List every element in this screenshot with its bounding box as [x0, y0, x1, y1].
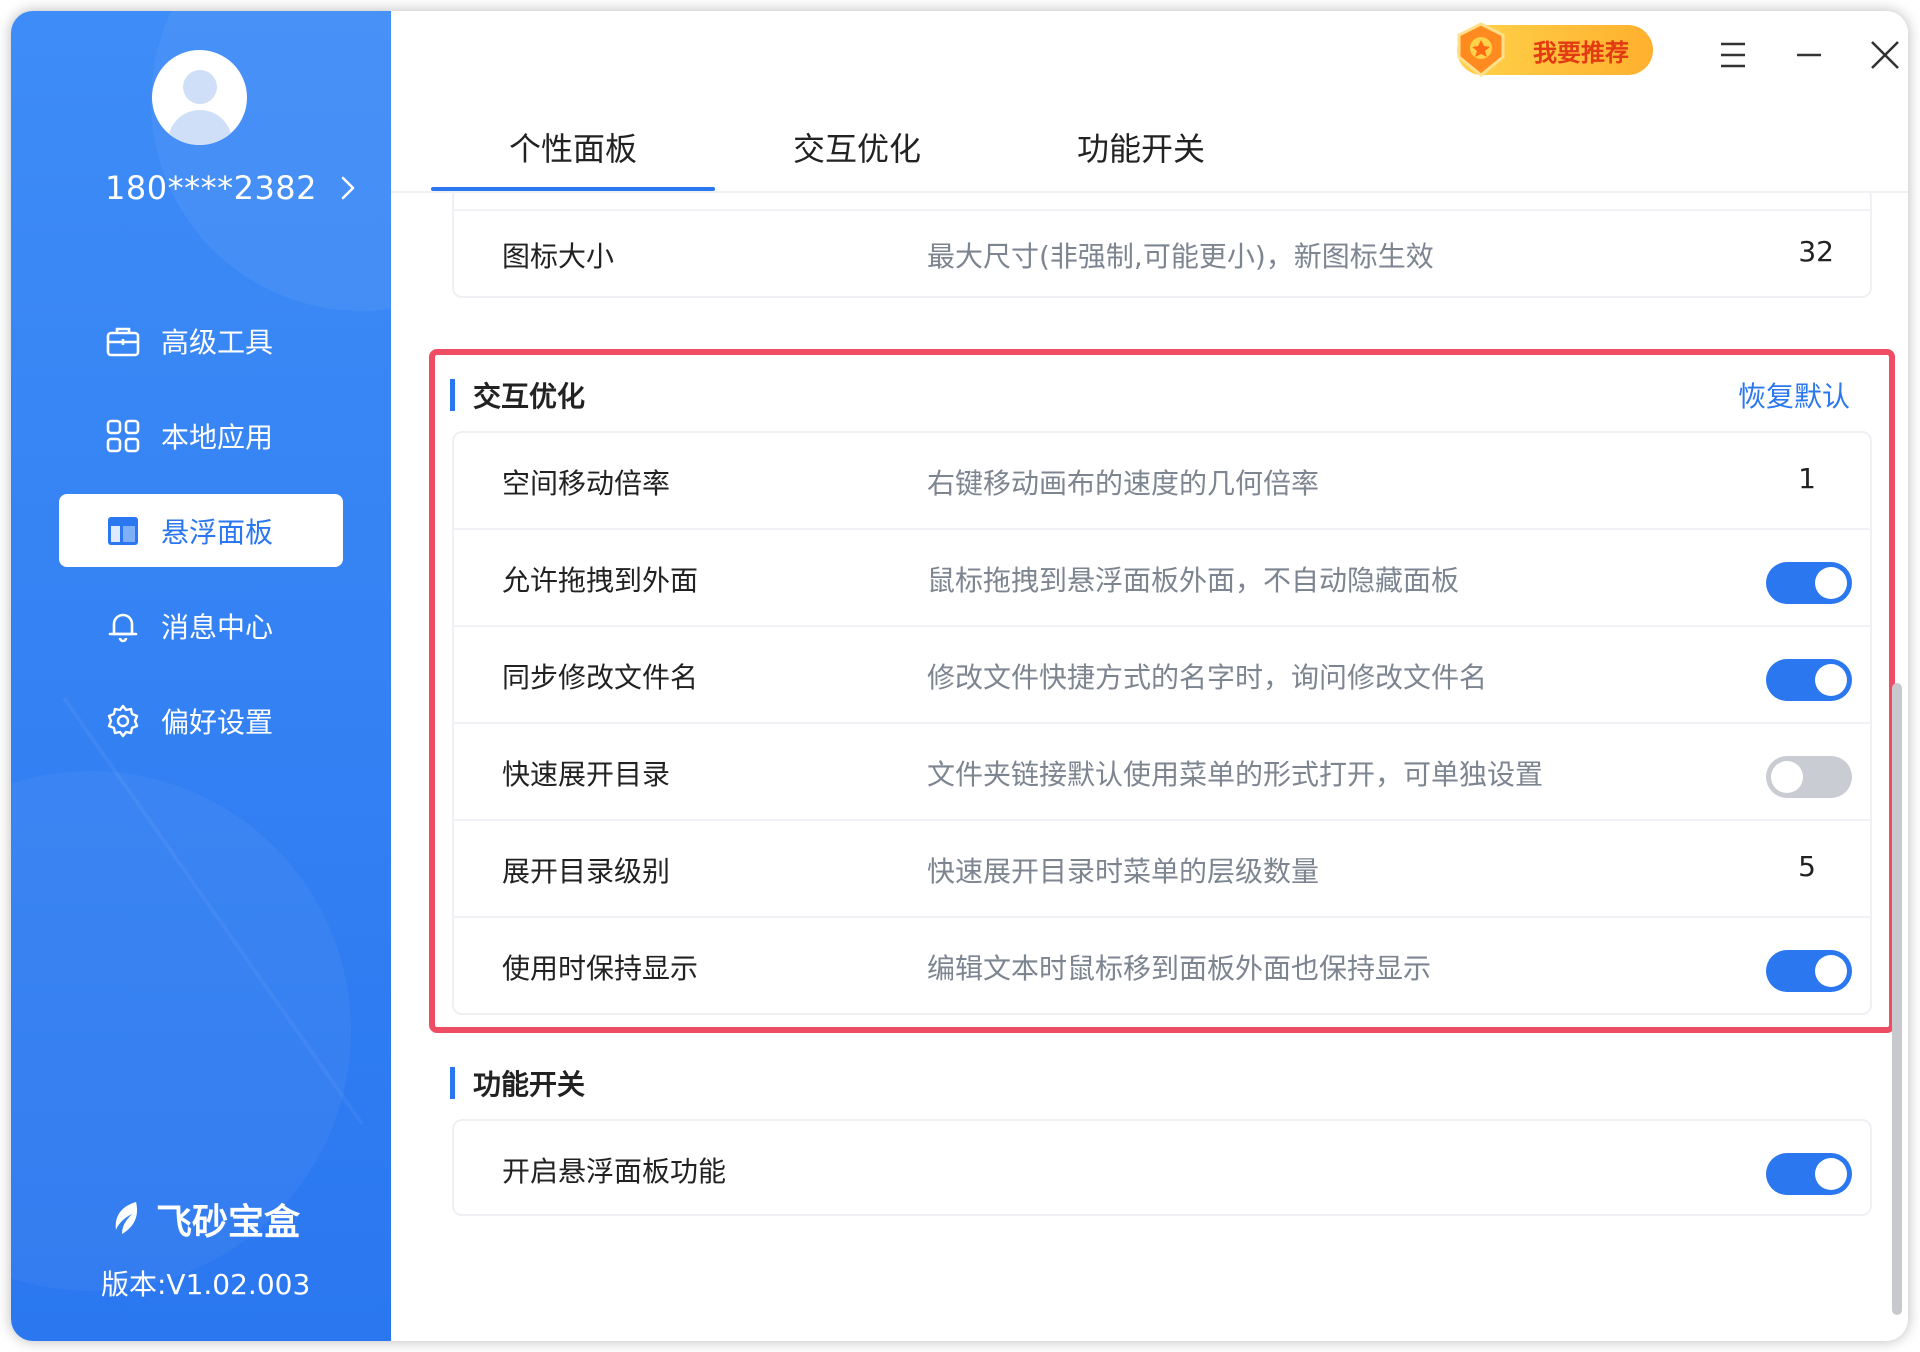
brand-name: 飞砂宝盒	[156, 1202, 301, 1243]
sidebar-item-label: 消息中心	[161, 610, 274, 644]
sidebar-item-label: 悬浮面板	[161, 515, 274, 549]
toggle-knob	[1815, 955, 1847, 987]
setting-desc: 最大尺寸(非强制,可能更小)，新图标生效	[927, 240, 1434, 273]
avatar-body	[168, 110, 232, 145]
setting-label: 开启悬浮面板功能	[502, 1155, 727, 1188]
scrollbar[interactable]	[1892, 683, 1902, 1315]
setting-desc: 鼠标拖拽到悬浮面板外面，不自动隐藏面板	[927, 564, 1460, 597]
expand-level-value[interactable]: 5	[1798, 850, 1816, 883]
settings-content: 图标大小 最大尺寸(非强制,可能更小)，新图标生效 32 交互优化 恢复默认 空…	[391, 193, 1908, 1341]
personal-panel-card: 图标大小 最大尺寸(非强制,可能更小)，新图标生效 32	[452, 193, 1872, 298]
table-row: 使用时保持显示 编辑文本时鼠标移到面板外面也保持显示	[454, 918, 1870, 1015]
feather-logo-icon	[110, 1200, 144, 1238]
setting-label: 快速展开目录	[502, 758, 671, 791]
interaction-card: 空间移动倍率 右键移动画布的速度的几何倍率 1 允许拖拽到外面 鼠标拖拽到悬浮面…	[452, 431, 1872, 1015]
table-row: 图标大小 最大尺寸(非强制,可能更小)，新图标生效 32	[454, 211, 1870, 296]
table-row: 同步修改文件名 修改文件快捷方式的名字时，询问修改文件名	[454, 627, 1870, 724]
sidebar-item-messages[interactable]: 消息中心	[59, 589, 343, 662]
panel-icon	[105, 513, 141, 549]
section-title: 功能开关	[473, 1068, 586, 1101]
sidebar-nav: 高级工具 本地应用 悬浮面板 消息中心 偏好设置	[59, 304, 343, 779]
recommend-label: 我要推荐	[1533, 38, 1629, 67]
setting-label: 图标大小	[502, 240, 615, 273]
sidebar-item-advanced-tools[interactable]: 高级工具	[59, 304, 343, 377]
minimize-icon[interactable]	[1789, 35, 1829, 75]
toggle-switch[interactable]	[1766, 950, 1852, 992]
setting-label: 展开目录级别	[502, 855, 671, 888]
tab-bar: 个性面板 交互优化 功能开关	[391, 86, 1908, 193]
username[interactable]: 180****2382	[105, 169, 317, 207]
table-row	[454, 193, 1870, 211]
sidebar-item-label: 高级工具	[161, 325, 274, 359]
bell-icon	[105, 608, 141, 644]
main-panel: 我要推荐 个性面板 交互优化 功能开关 图标大小 最大尺寸(非强制,可能更小)，…	[391, 11, 1908, 1341]
toggle-switch[interactable]	[1766, 659, 1852, 701]
tab-interaction[interactable]: 交互优化	[715, 124, 999, 170]
medal-icon	[1453, 21, 1509, 79]
briefcase-icon	[105, 323, 141, 359]
close-icon[interactable]	[1865, 35, 1905, 75]
setting-label: 同步修改文件名	[502, 661, 699, 694]
icon-size-value[interactable]: 32	[1798, 235, 1834, 268]
gear-icon	[105, 703, 141, 739]
restore-default-link[interactable]: 恢复默认	[1738, 375, 1850, 415]
setting-desc: 编辑文本时鼠标移到面板外面也保持显示	[927, 952, 1432, 985]
avatar-head	[183, 70, 217, 104]
table-row: 开启悬浮面板功能	[454, 1121, 1870, 1218]
toggle-switch[interactable]	[1766, 756, 1852, 798]
sidebar-item-local-apps[interactable]: 本地应用	[59, 399, 343, 472]
toggle-knob	[1815, 1158, 1847, 1190]
setting-desc: 修改文件快捷方式的名字时，询问修改文件名	[927, 661, 1488, 694]
features-section-header: 功能开关	[450, 1063, 585, 1103]
sidebar-item-label: 偏好设置	[161, 705, 274, 739]
setting-desc: 文件夹链接默认使用菜单的形式打开，可单独设置	[927, 758, 1544, 791]
setting-desc: 右键移动画布的速度的几何倍率	[927, 467, 1320, 500]
sidebar-item-floating-panel[interactable]: 悬浮面板	[59, 494, 343, 567]
setting-label: 允许拖拽到外面	[502, 564, 699, 597]
toggle-knob	[1815, 664, 1847, 696]
version-label: 版本:V1.02.003	[101, 1268, 311, 1301]
grid-icon	[105, 418, 141, 454]
setting-label: 使用时保持显示	[502, 952, 699, 985]
table-row: 允许拖拽到外面 鼠标拖拽到悬浮面板外面，不自动隐藏面板	[454, 530, 1870, 627]
toggle-knob	[1815, 567, 1847, 599]
table-row: 空间移动倍率 右键移动画布的速度的几何倍率 1	[454, 433, 1870, 530]
section-title: 交互优化	[473, 380, 586, 413]
setting-desc: 快速展开目录时菜单的层级数量	[927, 855, 1320, 888]
sidebar-item-label: 本地应用	[161, 420, 274, 454]
recommend-button[interactable]: 我要推荐	[1457, 22, 1653, 77]
tab-features[interactable]: 功能开关	[999, 124, 1283, 170]
toggle-switch[interactable]	[1766, 562, 1852, 604]
title-bar: 我要推荐	[391, 11, 1908, 86]
toggle-knob	[1771, 761, 1803, 793]
menu-icon[interactable]	[1713, 35, 1753, 75]
move-rate-value[interactable]: 1	[1798, 462, 1816, 495]
section-marker	[450, 1067, 455, 1099]
table-row: 快速展开目录 文件夹链接默认使用菜单的形式打开，可单独设置	[454, 724, 1870, 821]
chevron-right-icon[interactable]	[333, 173, 363, 203]
sidebar: 180****2382 高级工具 本地应用 悬浮面板 消息中心 偏好设置 飞砂宝…	[11, 11, 391, 1341]
table-row: 展开目录级别 快速展开目录时菜单的层级数量 5	[454, 821, 1870, 918]
app-window: 180****2382 高级工具 本地应用 悬浮面板 消息中心 偏好设置 飞砂宝…	[11, 11, 1908, 1341]
avatar[interactable]	[152, 50, 247, 145]
sidebar-item-preferences[interactable]: 偏好设置	[59, 684, 343, 757]
features-card: 开启悬浮面板功能	[452, 1119, 1872, 1216]
tab-active-indicator	[431, 187, 715, 191]
interaction-section-header: 交互优化	[450, 375, 585, 415]
section-marker	[450, 379, 455, 411]
setting-label: 空间移动倍率	[502, 467, 671, 500]
brand: 飞砂宝盒	[110, 1193, 300, 1245]
tab-personal-panel[interactable]: 个性面板	[431, 124, 715, 170]
toggle-switch[interactable]	[1766, 1153, 1852, 1195]
